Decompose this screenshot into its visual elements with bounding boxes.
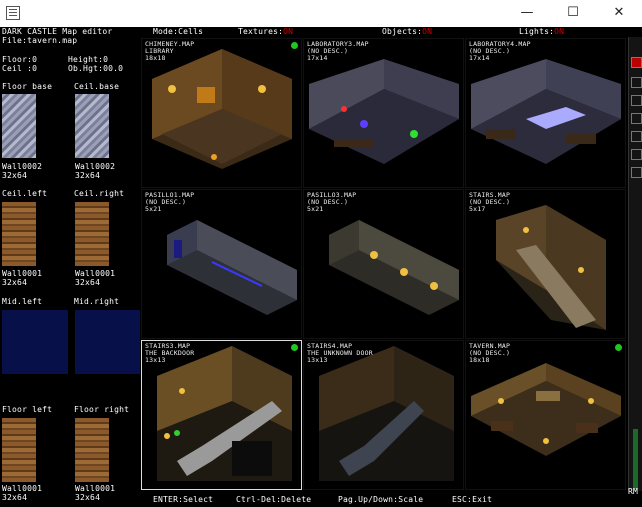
map-cell[interactable]: LABORATORY4.MAP (NO DESC.) 17x14: [465, 38, 626, 188]
tool-icon[interactable]: [631, 131, 642, 142]
rm-indicator: RM: [628, 487, 639, 496]
map-size: 5x17: [469, 205, 486, 213]
map-cell[interactable]: STAIRS4.MAP THE UNKNOWN DOOR 13x13: [303, 340, 464, 490]
map-thumbnail-grid: CHIMENEY.MAP LIBRARY 18x18 LABORATORY3.MAP…: [140, 37, 628, 491]
lights-value: ON: [554, 27, 565, 36]
active-dot-icon: [291, 42, 298, 49]
texture-mid-left[interactable]: [2, 310, 68, 374]
tool-icon[interactable]: [631, 113, 642, 124]
map-size: 18x18: [145, 54, 166, 62]
maximize-button[interactable]: ☐: [550, 0, 596, 27]
texture-ceil-right[interactable]: [75, 202, 109, 266]
ceil-value: Ceil :0: [2, 64, 38, 73]
window-titlebar: — ☐ ✕: [0, 0, 642, 27]
map-cell[interactable]: PASILLO1.MAP (NO DESC.) 5x21: [141, 189, 302, 339]
tool-icon[interactable]: [631, 95, 642, 106]
texture-label-floor-right: Floor right: [74, 405, 130, 414]
texture-mid-right[interactable]: [75, 310, 141, 374]
texture-ceil-base-preview: [109, 94, 143, 158]
tool-icon[interactable]: [631, 57, 642, 68]
texture-size: 32x64: [75, 171, 101, 180]
object-height-value: Ob.Hgt:00.0: [68, 64, 124, 73]
map-cell[interactable]: STAIRS3.MAP THE BACKDOOR 13x13: [141, 340, 302, 490]
texture-name: Wall0001: [2, 484, 43, 493]
texture-label-mid-right: Mid.right: [74, 297, 120, 306]
texture-floor-right-preview: [109, 418, 143, 482]
tool-sidebar: [628, 37, 642, 491]
active-dot-icon: [615, 344, 622, 351]
texture-floor-left[interactable]: [2, 418, 36, 482]
texture-ceil-left[interactable]: [2, 202, 36, 266]
map-editor-canvas: DARK CASTLE Map editor Mode:Cells Textur…: [0, 27, 642, 507]
map-size: 5x21: [145, 205, 162, 213]
texture-size: 32x64: [2, 278, 28, 287]
texture-size: 32x64: [75, 278, 101, 287]
texture-name: Wall0002: [75, 162, 116, 171]
texture-floor-right[interactable]: [75, 418, 109, 482]
minimize-button[interactable]: —: [504, 0, 550, 27]
texture-name: Wall0001: [75, 484, 116, 493]
texture-label-ceil-right: Ceil.right: [74, 189, 125, 198]
objects-label: Objects:: [382, 27, 423, 36]
objects-value: ON: [422, 27, 433, 36]
map-cell[interactable]: STAIRS.MAP (NO DESC.) 5x17: [465, 189, 626, 339]
map-cell[interactable]: LABORATORY3.MAP (NO DESC.) 17x14: [303, 38, 464, 188]
file-name: File:tavern.map: [2, 36, 78, 45]
textures-label: Textures:: [238, 27, 284, 36]
texture-name: Wall0001: [2, 269, 43, 278]
texture-ceil-right-preview: [109, 202, 143, 266]
map-size: 18x18: [469, 356, 490, 364]
lights-toggle[interactable]: Lights:ON: [519, 27, 564, 36]
texture-ceil-base[interactable]: [75, 94, 109, 158]
help-bar: ENTER:Select Ctrl-Del:Delete Pag.Up/Down…: [0, 487, 642, 507]
texture-label-floor-left: Floor left: [2, 405, 53, 414]
map-cell[interactable]: TAVERN.MAP (NO DESC.) 18x18: [465, 340, 626, 490]
map-cell[interactable]: PASILLO3.MAP (NO DESC.) 5x21: [303, 189, 464, 339]
map-size: 13x13: [145, 356, 166, 364]
texture-label-floor-base: Floor base: [2, 82, 53, 91]
help-exit: ESC:Exit: [452, 495, 493, 504]
active-dot-icon: [291, 344, 298, 351]
mode-indicator[interactable]: Mode:Cells: [153, 27, 203, 36]
map-size: 13x13: [307, 356, 328, 364]
texture-size: 32x64: [2, 171, 28, 180]
map-size: 17x14: [469, 54, 490, 62]
map-size: 5x21: [307, 205, 324, 213]
height-value: Height:0: [68, 55, 109, 64]
texture-floor-base[interactable]: [2, 94, 36, 158]
app-icon: [6, 6, 20, 20]
textures-toggle[interactable]: Textures:ON: [238, 27, 293, 36]
texture-label-mid-left: Mid.left: [2, 297, 43, 306]
help-delete: Ctrl-Del:Delete: [236, 495, 312, 504]
tool-icon[interactable]: [631, 167, 642, 178]
close-button[interactable]: ✕: [596, 0, 642, 27]
texture-label-ceil-base: Ceil.base: [74, 82, 120, 91]
map-size: 17x14: [307, 54, 328, 62]
tool-icon[interactable]: [631, 149, 642, 160]
help-scale: Pag.Up/Down:Scale: [338, 495, 424, 504]
texture-name: Wall0002: [2, 162, 43, 171]
help-enter: ENTER:Select: [153, 495, 214, 504]
texture-floor-left-preview: [36, 418, 70, 482]
texture-label-ceil-left: Ceil.left: [2, 189, 48, 198]
app-title: DARK CASTLE Map editor: [2, 27, 113, 36]
texture-name: Wall0001: [75, 269, 116, 278]
objects-toggle[interactable]: Objects:ON: [382, 27, 432, 36]
texture-floor-base-preview: [36, 94, 70, 158]
tool-icon[interactable]: [631, 77, 642, 88]
floor-value: Floor:0: [2, 55, 38, 64]
texture-ceil-left-preview: [36, 202, 70, 266]
lights-label: Lights:: [519, 27, 555, 36]
level-bar: [633, 429, 638, 489]
map-cell[interactable]: CHIMENEY.MAP LIBRARY 18x18: [141, 38, 302, 188]
textures-value: ON: [283, 27, 294, 36]
